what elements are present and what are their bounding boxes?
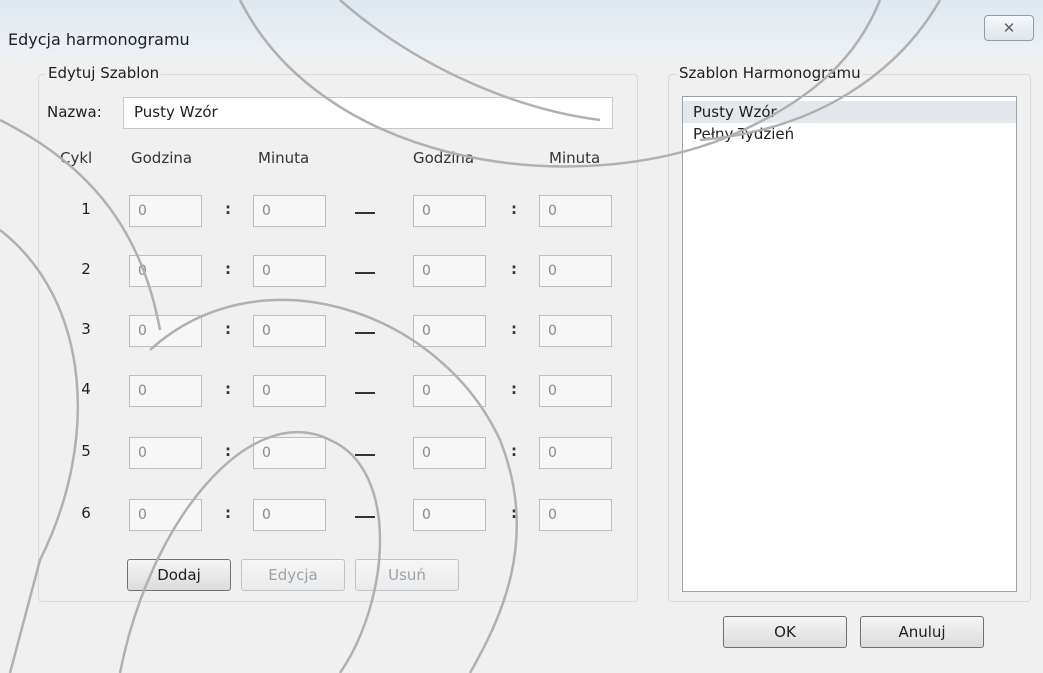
- name-label: Nazwa:: [47, 103, 102, 121]
- time-separator: :: [511, 200, 517, 218]
- template-list-legend: Szablon Harmonogramu: [677, 64, 863, 82]
- start-minute-field[interactable]: 0: [253, 375, 326, 407]
- range-dash: [355, 454, 375, 456]
- time-separator: :: [225, 320, 231, 338]
- time-separator: :: [511, 320, 517, 338]
- name-input[interactable]: Pusty Wzór: [123, 97, 613, 129]
- title-bar: Edycja harmonogramu ✕: [0, 0, 1043, 60]
- template-list-item[interactable]: Pełny Tydzień: [683, 123, 1016, 145]
- edit-template-legend: Edytuj Szablon: [46, 64, 162, 82]
- cycle-number: 2: [81, 260, 91, 278]
- start-hour-field[interactable]: 0: [129, 255, 202, 287]
- end-hour-field[interactable]: 0: [413, 437, 486, 469]
- start-hour-field[interactable]: 0: [129, 437, 202, 469]
- cycle-number: 4: [81, 380, 91, 398]
- start-hour-field[interactable]: 0: [129, 499, 202, 531]
- start-hour-field[interactable]: 0: [129, 315, 202, 347]
- template-listbox[interactable]: Pusty Wzór Pełny Tydzień: [682, 96, 1017, 592]
- close-icon: ✕: [1002, 19, 1016, 37]
- time-separator: :: [511, 260, 517, 278]
- start-hour-field[interactable]: 0: [129, 375, 202, 407]
- add-button[interactable]: Dodaj: [127, 559, 231, 591]
- end-minute-field[interactable]: 0: [539, 195, 612, 227]
- time-separator: :: [225, 504, 231, 522]
- start-minute-field[interactable]: 0: [253, 437, 326, 469]
- cycle-number: 1: [81, 200, 91, 218]
- start-minute-field[interactable]: 0: [253, 315, 326, 347]
- close-button[interactable]: ✕: [984, 15, 1034, 41]
- end-hour-field[interactable]: 0: [413, 315, 486, 347]
- time-separator: :: [225, 380, 231, 398]
- cycle-number: 3: [81, 320, 91, 338]
- end-hour-field[interactable]: 0: [413, 499, 486, 531]
- time-separator: :: [225, 260, 231, 278]
- header-minute-start: Minuta: [258, 149, 310, 167]
- edit-button[interactable]: Edycja: [241, 559, 345, 591]
- range-dash: [355, 272, 375, 274]
- time-separator: :: [225, 200, 231, 218]
- range-dash: [355, 212, 375, 214]
- header-minute-end: Minuta: [549, 149, 601, 167]
- header-hour-end: Godzina: [413, 149, 475, 167]
- end-minute-field[interactable]: 0: [539, 437, 612, 469]
- header-cycle: Cykl: [60, 149, 93, 167]
- end-minute-field[interactable]: 0: [539, 315, 612, 347]
- range-dash: [355, 516, 375, 518]
- end-hour-field[interactable]: 0: [413, 375, 486, 407]
- end-minute-field[interactable]: 0: [539, 375, 612, 407]
- end-hour-field[interactable]: 0: [413, 255, 486, 287]
- cycle-number: 6: [81, 504, 91, 522]
- end-minute-field[interactable]: 0: [539, 499, 612, 531]
- window-title: Edycja harmonogramu: [8, 30, 190, 49]
- range-dash: [355, 332, 375, 334]
- start-minute-field[interactable]: 0: [253, 255, 326, 287]
- header-hour-start: Godzina: [131, 149, 193, 167]
- template-list-item[interactable]: Pusty Wzór: [683, 101, 1016, 123]
- end-minute-field[interactable]: 0: [539, 255, 612, 287]
- start-hour-field[interactable]: 0: [129, 195, 202, 227]
- ok-button[interactable]: OK: [723, 616, 847, 648]
- cycle-number: 5: [81, 442, 91, 460]
- end-hour-field[interactable]: 0: [413, 195, 486, 227]
- start-minute-field[interactable]: 0: [253, 499, 326, 531]
- cancel-button[interactable]: Anuluj: [860, 616, 984, 648]
- time-separator: :: [511, 442, 517, 460]
- time-separator: :: [225, 442, 231, 460]
- delete-button[interactable]: Usuń: [355, 559, 459, 591]
- range-dash: [355, 392, 375, 394]
- time-separator: :: [511, 504, 517, 522]
- start-minute-field[interactable]: 0: [253, 195, 326, 227]
- time-separator: :: [511, 380, 517, 398]
